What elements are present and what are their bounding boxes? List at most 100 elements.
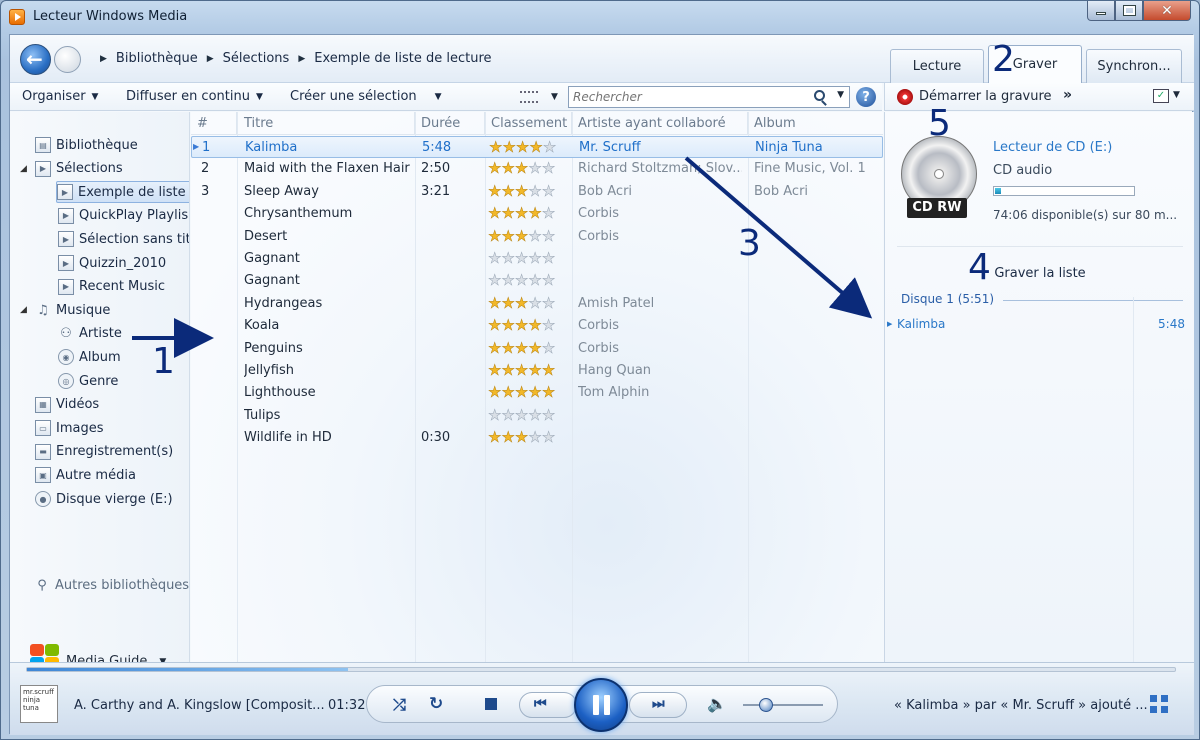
star-empty-icon[interactable]: ★ (542, 160, 556, 177)
sidebar-item[interactable]: ◉ Album (58, 346, 121, 368)
star-filled-icon[interactable]: ★ (528, 317, 542, 334)
star-filled-icon[interactable]: ★ (515, 429, 529, 446)
star-empty-icon[interactable]: ★ (528, 160, 542, 177)
star-empty-icon[interactable]: ★ (488, 250, 502, 267)
table-row[interactable]: 3 Sleep Away 3:21 Bob Acri Bob Acri ★ ★ ★ ★ ★ (191, 181, 883, 203)
star-filled-icon[interactable]: ★ (501, 339, 515, 356)
start-burn-button[interactable]: Démarrer la gravure (919, 89, 1052, 104)
sidebar-item[interactable]: ◎ Genre (58, 370, 118, 392)
more-options-icon[interactable]: » (1063, 87, 1072, 103)
stream-menu[interactable]: Diffuser en continu ▼ (126, 89, 263, 104)
star-filled-icon[interactable]: ★ (501, 384, 515, 401)
elapsed-time[interactable]: 01:32 (328, 698, 365, 713)
switch-to-now-playing-icon[interactable] (1150, 695, 1170, 715)
help-icon[interactable]: ? (856, 87, 876, 107)
star-empty-icon[interactable]: ★ (488, 407, 502, 424)
star-empty-icon[interactable]: ★ (501, 272, 515, 289)
search-input[interactable] (573, 89, 793, 105)
media-guide-button[interactable]: Media Guide ▼ (66, 654, 166, 662)
star-empty-icon[interactable]: ★ (501, 250, 515, 267)
star-filled-icon[interactable]: ★ (489, 139, 503, 156)
rating-stars[interactable]: ★ ★ ★ ★ ★ (488, 429, 556, 446)
star-empty-icon[interactable]: ★ (542, 183, 556, 200)
star-filled-icon[interactable]: ★ (488, 339, 502, 356)
star-empty-icon[interactable]: ★ (543, 139, 557, 156)
previous-button[interactable]: ⏮ (519, 692, 577, 718)
close-button[interactable]: ✕ (1143, 1, 1191, 21)
forward-button[interactable] (54, 46, 81, 73)
star-empty-icon[interactable]: ★ (528, 429, 542, 446)
column-header-title[interactable]: Titre (238, 112, 415, 134)
expand-arrow-icon[interactable]: ◢ (20, 305, 30, 315)
star-empty-icon[interactable]: ★ (528, 407, 542, 424)
star-empty-icon[interactable]: ★ (542, 407, 556, 424)
star-filled-icon[interactable]: ★ (488, 183, 502, 200)
breadcrumb-arrow-icon[interactable]: ▶ (298, 54, 305, 64)
chevron-down-icon[interactable]: ▼ (837, 90, 844, 100)
column-header-number[interactable]: # (191, 112, 237, 134)
star-filled-icon[interactable]: ★ (542, 362, 556, 379)
star-filled-icon[interactable]: ★ (528, 339, 542, 356)
rating-stars[interactable]: ★ ★ ★ ★ ★ (488, 183, 556, 200)
sidebar-item[interactable]: ▬ Enregistrement(s) (20, 441, 173, 463)
star-filled-icon[interactable]: ★ (488, 362, 502, 379)
chevron-down-icon[interactable]: ▼ (1173, 90, 1180, 100)
star-filled-icon[interactable]: ★ (515, 384, 529, 401)
sidebar-item[interactable]: ▶ Recent Music (58, 276, 165, 298)
star-filled-icon[interactable]: ★ (516, 139, 530, 156)
star-empty-icon[interactable]: ★ (528, 250, 542, 267)
star-filled-icon[interactable]: ★ (501, 295, 515, 312)
table-row[interactable]: Hydrangeas Amish Patel ★ ★ ★ ★ ★ (191, 293, 883, 315)
sidebar-item[interactable]: ▭ Images (20, 417, 104, 439)
expand-arrow-icon[interactable]: ◢ (20, 164, 30, 174)
minimize-button[interactable] (1087, 1, 1115, 21)
sidebar-item[interactable]: ◢ ▶ Sélections (20, 158, 123, 180)
stop-icon[interactable] (485, 698, 497, 710)
rating-stars[interactable]: ★ ★ ★ ★ ★ (488, 339, 556, 356)
rating-stars[interactable]: ★ ★ ★ ★ ★ (488, 160, 556, 177)
star-empty-icon[interactable]: ★ (542, 227, 556, 244)
sidebar-item[interactable]: ▶ Exemple de liste (56, 181, 189, 204)
rating-stars[interactable]: ★ ★ ★ ★ ★ (488, 227, 556, 244)
sidebar-item[interactable]: ▶ Sélection sans tit (58, 228, 189, 250)
star-filled-icon[interactable]: ★ (488, 160, 502, 177)
star-empty-icon[interactable]: ★ (542, 339, 556, 356)
rating-stars[interactable]: ★ ★ ★ ★ ★ (488, 272, 556, 289)
sidebar-item[interactable]: ⚇ Artiste (58, 323, 122, 345)
star-empty-icon[interactable]: ★ (528, 227, 542, 244)
rating-stars[interactable]: ★ ★ ★ ★ ★ (488, 295, 556, 312)
star-empty-icon[interactable]: ★ (542, 429, 556, 446)
star-filled-icon[interactable]: ★ (502, 139, 516, 156)
table-row[interactable]: Penguins Corbis ★ ★ ★ ★ ★ (191, 338, 883, 360)
star-filled-icon[interactable]: ★ (528, 384, 542, 401)
burn-options-icon[interactable]: ✓ (1153, 89, 1169, 103)
view-options-icon[interactable] (520, 91, 538, 103)
burn-list-item[interactable]: ▶ Kalimba 5:48 (887, 317, 1193, 335)
star-filled-icon[interactable]: ★ (515, 183, 529, 200)
volume-icon[interactable]: 🔈 (707, 694, 727, 713)
back-button[interactable] (20, 44, 51, 75)
star-empty-icon[interactable]: ★ (542, 295, 556, 312)
rating-stars[interactable]: ★ ★ ★ ★ ★ (488, 362, 556, 379)
table-row[interactable]: Tulips ★ ★ ★ ★ ★ (191, 405, 883, 427)
star-filled-icon[interactable]: ★ (528, 362, 542, 379)
star-empty-icon[interactable]: ★ (542, 250, 556, 267)
sidebar-item[interactable]: ▶ QuickPlay Playlis (58, 205, 188, 227)
star-empty-icon[interactable]: ★ (515, 407, 529, 424)
sidebar-item[interactable]: ▦ Vidéos (20, 394, 99, 416)
star-filled-icon[interactable]: ★ (528, 205, 542, 222)
sidebar-item[interactable]: ▤ Bibliothèque (20, 134, 138, 156)
breadcrumb-arrow-icon[interactable]: ▶ (207, 54, 214, 64)
star-filled-icon[interactable]: ★ (501, 205, 515, 222)
table-row[interactable]: ▶ 1 Kalimba 5:48 Mr. Scruff Ninja Tuna ★ ★ ★ ★ ★ (191, 136, 883, 158)
shuffle-icon[interactable]: ⤮ (393, 695, 406, 715)
next-button[interactable]: ⏭ (629, 692, 687, 718)
star-filled-icon[interactable]: ★ (501, 362, 515, 379)
table-row[interactable]: 2 Maid with the Flaxen Hair 2:50 Richard St… (191, 158, 883, 180)
rating-stars[interactable]: ★ ★ ★ ★ ★ (488, 250, 556, 267)
maximize-button[interactable] (1115, 1, 1143, 21)
other-libraries[interactable]: ⚲ Autres bibliothèques (34, 574, 189, 596)
star-filled-icon[interactable]: ★ (515, 227, 529, 244)
star-filled-icon[interactable]: ★ (515, 205, 529, 222)
star-filled-icon[interactable]: ★ (488, 317, 502, 334)
